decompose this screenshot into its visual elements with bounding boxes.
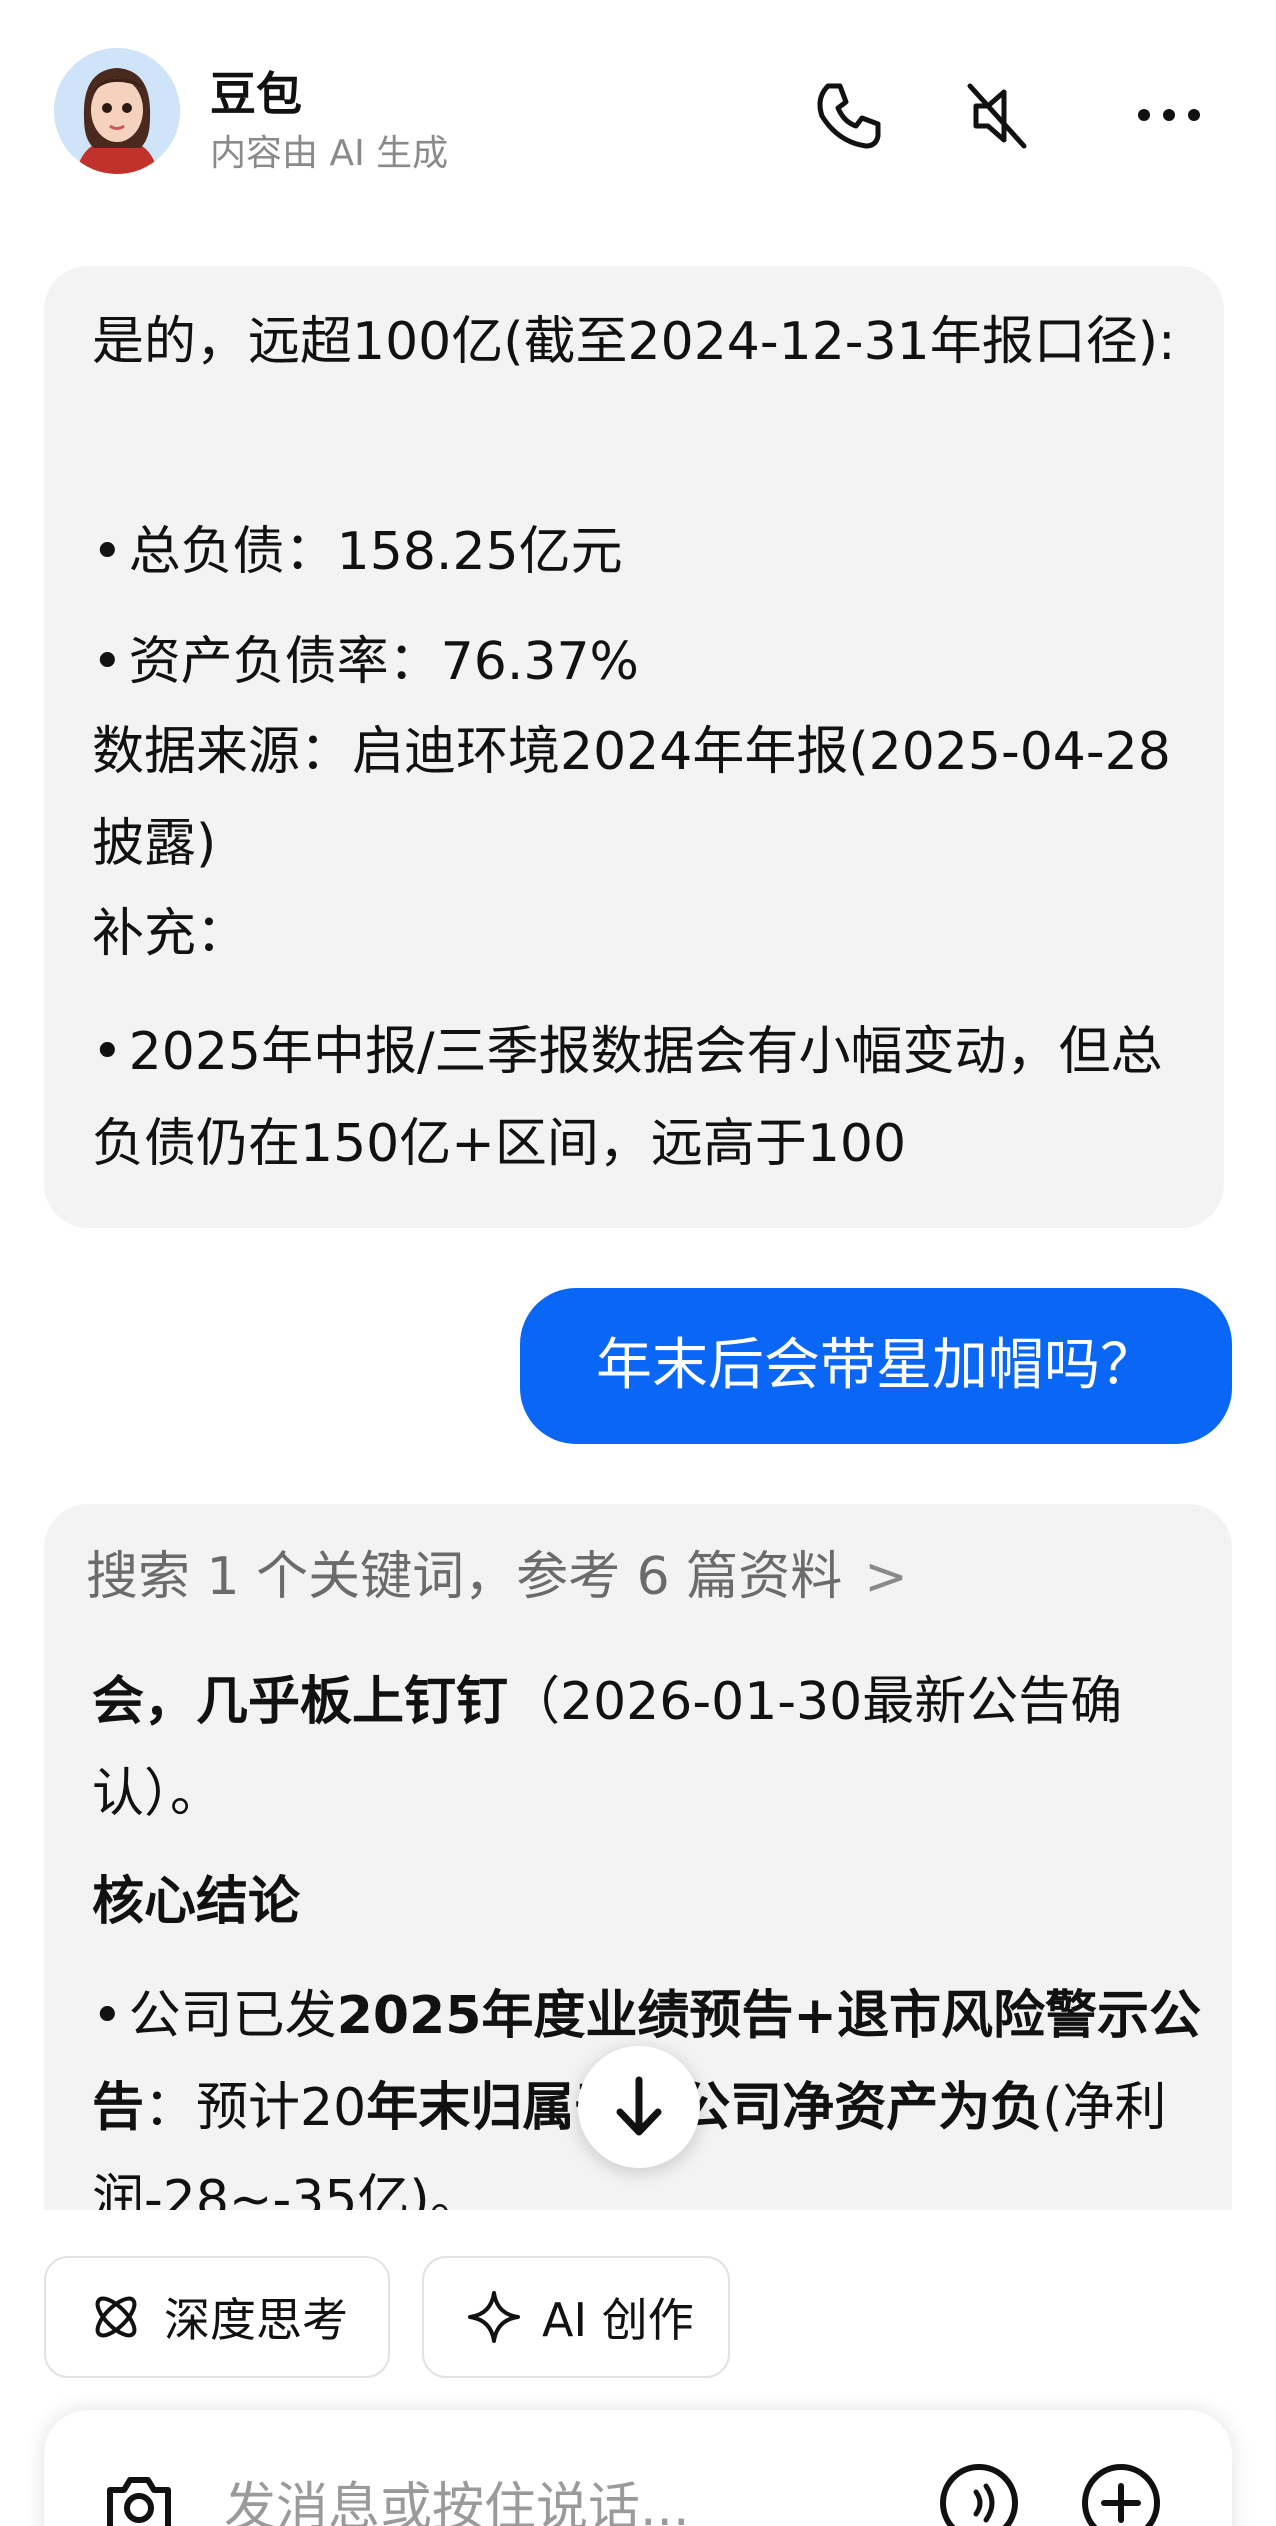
- message-input-bar[interactable]: 发消息或按住说话...: [44, 2410, 1232, 2526]
- answer-text: 会，几乎板上钉钉（2026-01-30最新公告确认）。: [92, 1656, 1202, 1840]
- add-icon[interactable]: [1076, 2458, 1166, 2526]
- camera-icon[interactable]: [94, 2458, 184, 2526]
- atom-icon: [86, 2287, 146, 2347]
- chat-screen: 豆包 内容由 AI 生成 是的，远超100亿(截至2024-12-31年报口径)…: [0, 0, 1276, 2526]
- answer-bold: 会，几乎板上钉钉: [92, 1672, 509, 1732]
- bot-message: 是的，远超100亿(截至2024-12-31年报口径): 总负债：158.25亿…: [44, 266, 1224, 1228]
- phone-icon[interactable]: [802, 70, 892, 160]
- user-message: 年末后会带星加帽吗？: [520, 1288, 1232, 1444]
- bullet-bold-2: 年末归属于母公司净资产为负: [366, 2078, 1043, 2138]
- bullet-debt-ratio: 资产负债率：76.37%: [92, 616, 1180, 708]
- bot-name: 豆包: [210, 67, 302, 121]
- bullet-pre: 公司已发: [128, 1986, 337, 2046]
- deep-think-label: 深度思考: [164, 2293, 348, 2347]
- ai-create-button[interactable]: AI 创作: [422, 2256, 730, 2378]
- more-icon[interactable]: [1124, 70, 1214, 160]
- mute-icon[interactable]: [952, 70, 1042, 160]
- search-references-label: 搜索 1 个关键词，参考 6 篇资料: [86, 1547, 843, 1607]
- arrow-down-icon: [616, 2076, 662, 2136]
- deep-think-button[interactable]: 深度思考: [44, 2256, 390, 2378]
- search-references[interactable]: 搜索 1 个关键词，参考 6 篇资料 >: [86, 1534, 908, 1609]
- ai-disclaimer: 内容由 AI 生成: [210, 133, 449, 174]
- avatar[interactable]: [54, 48, 180, 174]
- voice-icon[interactable]: [934, 2458, 1024, 2526]
- scroll-to-bottom-button[interactable]: [578, 2046, 700, 2168]
- section-heading: 核心结论: [92, 1872, 301, 1932]
- supplement-label: 补充：: [92, 904, 249, 964]
- chat-header: 豆包 内容由 AI 生成: [0, 0, 1276, 230]
- sparkle-icon: [464, 2287, 524, 2347]
- data-source-text: 数据来源：启迪环境2024年年报(2025-04-28披露): [92, 722, 1171, 874]
- ai-create-label: AI 创作: [542, 2293, 694, 2347]
- bot-intro: 是的，远超100亿(截至2024-12-31年报口径):: [92, 312, 1176, 372]
- bullet-mid: ：预计20: [144, 2078, 367, 2138]
- bullet-supplement: 2025年中报/三季报数据会有小幅变动，但总负债仍在150亿+区间，远高于100: [92, 1006, 1180, 1190]
- bullet-total-liabilities: 总负债：158.25亿元: [92, 506, 1180, 598]
- chevron-right-icon: >: [864, 1547, 908, 1607]
- message-input[interactable]: 发消息或按住说话...: [224, 2465, 690, 2526]
